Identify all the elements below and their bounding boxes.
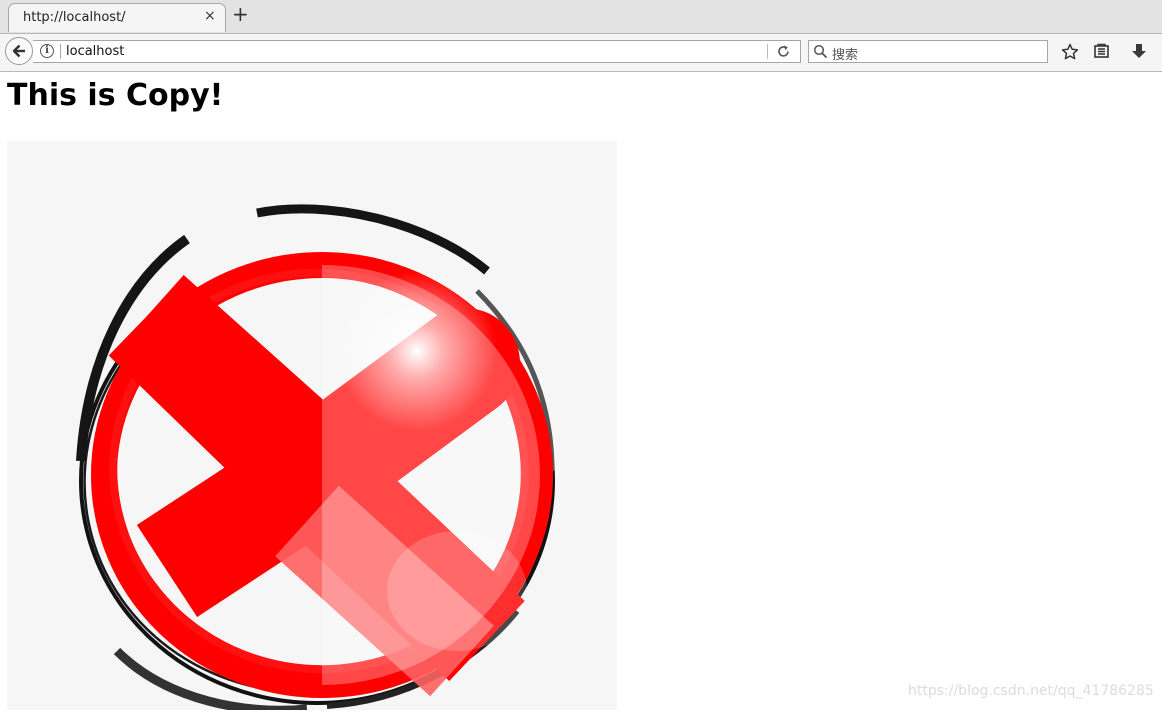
tab-title: http://localhost/: [23, 10, 126, 25]
tab-strip: http://localhost/ × +: [0, 0, 1162, 34]
address-bar[interactable]: i localhost: [33, 40, 801, 63]
search-bar[interactable]: 搜索: [808, 40, 1048, 63]
url-separator: [60, 44, 61, 59]
reader-list-icon[interactable]: [1093, 43, 1110, 60]
red-cross-sphere-icon: [76, 204, 555, 714]
new-tab-button[interactable]: +: [232, 4, 249, 24]
info-icon[interactable]: i: [40, 44, 54, 58]
back-arrow-icon: [12, 44, 25, 58]
url-input[interactable]: localhost: [66, 44, 124, 59]
navigation-toolbar: i localhost 搜索: [0, 34, 1162, 72]
content-image: [7, 141, 617, 714]
reload-separator: [767, 44, 768, 59]
search-icon: [813, 44, 828, 59]
search-input[interactable]: 搜索: [832, 44, 858, 63]
star-icon[interactable]: [1061, 43, 1079, 61]
download-icon[interactable]: [1131, 43, 1147, 60]
page-heading: This is Copy!: [7, 78, 224, 113]
tab-close-button[interactable]: ×: [204, 8, 216, 24]
browser-tab[interactable]: http://localhost/ ×: [8, 3, 226, 32]
back-button[interactable]: [5, 37, 33, 65]
watermark-text: https://blog.csdn.net/qq_41786285: [908, 683, 1154, 699]
reload-icon[interactable]: [776, 44, 791, 59]
